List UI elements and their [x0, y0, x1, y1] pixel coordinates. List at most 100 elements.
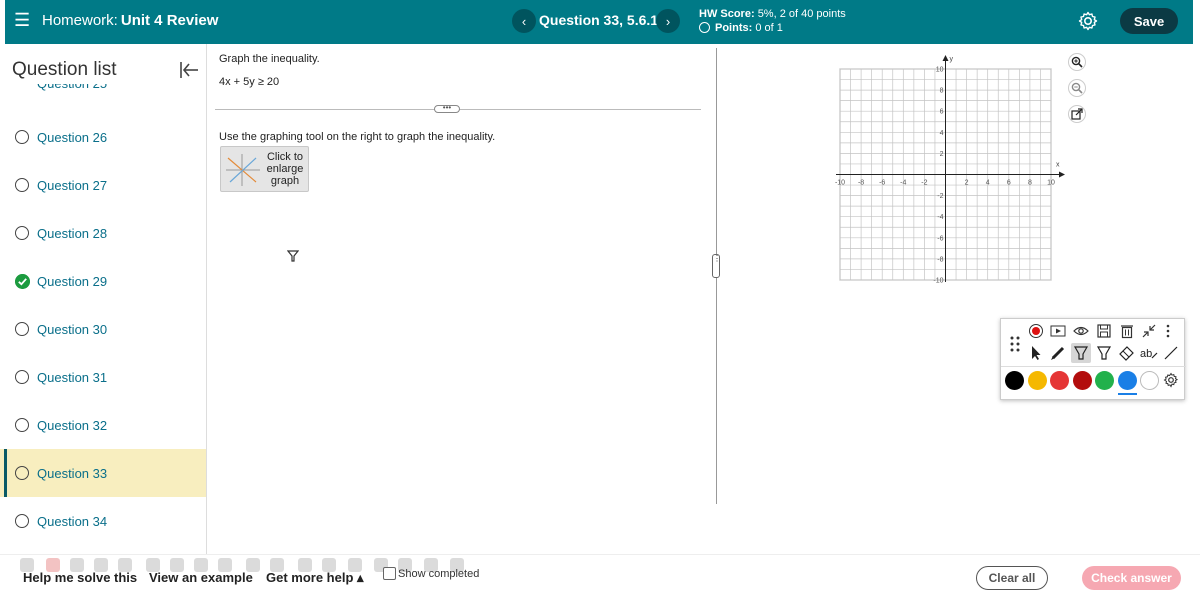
y-tick-label: 4: [940, 130, 944, 137]
x-tick-label: -6: [879, 180, 885, 187]
line-tool-icon[interactable]: [1163, 345, 1179, 361]
question-list-item[interactable]: Question 27: [0, 161, 206, 209]
color-swatch[interactable]: [1050, 371, 1069, 390]
unanswered-circle-icon: [15, 322, 29, 336]
selected-color-indicator: [1117, 393, 1137, 395]
question-item-label: Question 31: [37, 369, 108, 385]
question-list-item-current[interactable]: Question 33: [0, 449, 206, 497]
more-options-icon[interactable]: [1163, 323, 1173, 339]
marker-icon[interactable]: [1096, 345, 1112, 361]
text-tool-icon[interactable]: ab: [1140, 345, 1158, 361]
unanswered-circle-icon: [15, 514, 29, 528]
question-list-item[interactable]: Question 28: [0, 209, 206, 257]
x-tick-label: -4: [900, 180, 906, 187]
question-prompt: Graph the inequality.: [219, 53, 320, 65]
top-bar: ☰ Homework: Unit 4 Review ‹ Question 33, …: [5, 0, 1193, 44]
question-list-title: Question list: [12, 59, 117, 80]
color-swatch[interactable]: [1095, 371, 1114, 390]
y-tick-label: -10: [933, 278, 943, 285]
next-question-button[interactable]: ›: [656, 9, 680, 33]
x-tick-label: -8: [858, 180, 864, 187]
show-completed-checkbox[interactable]: [383, 567, 396, 580]
pen-icon[interactable]: [1050, 345, 1066, 361]
unanswered-circle-icon: [15, 178, 29, 192]
previous-question-button[interactable]: ‹: [512, 9, 536, 33]
color-swatch[interactable]: [1005, 371, 1024, 390]
coordinate-graph[interactable]: x y -10 -8 -6 -4 -2 2 4 6 8 10 10 8 6 4 2 -2 -4 -6 -8 -10: [830, 52, 1065, 287]
pointer-arrow-icon[interactable]: [1028, 345, 1044, 361]
x-tick-label: 4: [986, 180, 990, 187]
svg-text:ab: ab: [1140, 348, 1152, 360]
question-item-label: Question 34: [37, 513, 108, 529]
zoom-in-button[interactable]: [1068, 53, 1086, 71]
y-tick-label: 6: [940, 109, 944, 116]
x-tick-label: 8: [1028, 180, 1032, 187]
question-list-item[interactable]: Question 30: [0, 305, 206, 353]
record-icon[interactable]: [1028, 323, 1044, 339]
color-swatch[interactable]: [1117, 371, 1137, 390]
x-tick-label: -2: [921, 180, 927, 187]
question-list-item[interactable]: Question 26: [0, 113, 206, 161]
points-value: 0 of 1: [755, 22, 783, 34]
trash-icon[interactable]: [1119, 323, 1135, 339]
correct-check-icon: [15, 273, 30, 289]
homework-name: Unit 4 Review: [120, 12, 219, 29]
highlighter-icon[interactable]: [1073, 345, 1089, 361]
get-more-help-button[interactable]: Get more help ▴: [266, 570, 364, 586]
question-item-label: Question 29: [37, 273, 108, 289]
eye-icon[interactable]: [1073, 323, 1089, 339]
splitter-handle[interactable]: ⋮: [712, 254, 721, 278]
drag-handle-icon[interactable]: [1009, 335, 1021, 355]
question-item-label: Question 30: [37, 321, 108, 337]
show-completed-toggle[interactable]: Show completed: [383, 567, 479, 580]
collapse-sidebar-icon[interactable]: [178, 59, 200, 81]
points-label: Points:: [715, 22, 753, 34]
y-tick-label: -4: [937, 214, 943, 221]
hamburger-icon[interactable]: ☰: [14, 11, 30, 29]
x-axis-arrow: [1059, 171, 1065, 178]
settings-gear-icon[interactable]: [1163, 372, 1179, 388]
question-item-label: Question 33: [37, 465, 108, 481]
hw-score-value: 5%, 2 of 40 points: [757, 8, 846, 20]
hw-score: HW Score: 5%, 2 of 40 points Points: 0 o…: [699, 7, 846, 35]
expand-handle[interactable]: •••: [434, 104, 460, 113]
hw-score-label: HW Score:: [699, 8, 755, 20]
zoom-in-icon: [1071, 56, 1083, 68]
question-item-label: Question 26: [37, 129, 108, 145]
eraser-icon[interactable]: [1118, 345, 1134, 361]
inequality-text: 4x + 5y ≥ 20: [219, 76, 280, 88]
zoom-out-button[interactable]: [1068, 79, 1086, 97]
x-tick-label: 10: [1047, 180, 1055, 187]
clear-all-button[interactable]: Clear all: [976, 566, 1048, 590]
color-swatch[interactable]: [1027, 371, 1047, 390]
save-button[interactable]: Save: [1120, 8, 1178, 34]
check-answer-button[interactable]: Check answer: [1082, 566, 1181, 590]
points-circle-icon: [699, 22, 710, 33]
question-list-item-partial[interactable]: Question 25: [37, 84, 107, 93]
question-list-item[interactable]: Question 32: [0, 401, 206, 449]
question-list-item[interactable]: Question 31: [0, 353, 206, 401]
unanswered-circle-icon: [15, 466, 29, 480]
color-swatch[interactable]: [1072, 371, 1092, 390]
question-number: Question 33, 5.6.13: [539, 12, 666, 28]
view-example-button[interactable]: View an example: [149, 570, 253, 585]
collapse-arrows-icon[interactable]: [1141, 323, 1157, 339]
help-me-solve-button[interactable]: Help me solve this: [23, 570, 137, 585]
y-axis-label: y: [950, 56, 954, 63]
popout-button[interactable]: [1068, 105, 1086, 123]
question-list-sidebar: Question list Question 25 Question 26 Qu…: [0, 44, 207, 554]
enlarge-graph-label: Click to enlarge graph: [263, 151, 307, 187]
question-list-item[interactable]: Question 34: [0, 497, 206, 545]
save-disk-icon[interactable]: [1096, 323, 1112, 339]
y-tick-label: -8: [937, 256, 943, 263]
enlarge-line-3: graph: [270, 175, 300, 187]
video-icon[interactable]: [1050, 323, 1066, 339]
color-swatch[interactable]: [1140, 371, 1159, 390]
question-item-label: Question 32: [37, 417, 108, 433]
question-list-item[interactable]: Question 29: [0, 257, 206, 305]
current-indicator: [4, 449, 7, 497]
y-tick-label: -6: [937, 235, 943, 242]
unanswered-circle-icon: [15, 130, 29, 144]
gear-icon[interactable]: [1076, 9, 1100, 33]
enlarge-graph-button[interactable]: Click to enlarge graph: [220, 146, 309, 192]
